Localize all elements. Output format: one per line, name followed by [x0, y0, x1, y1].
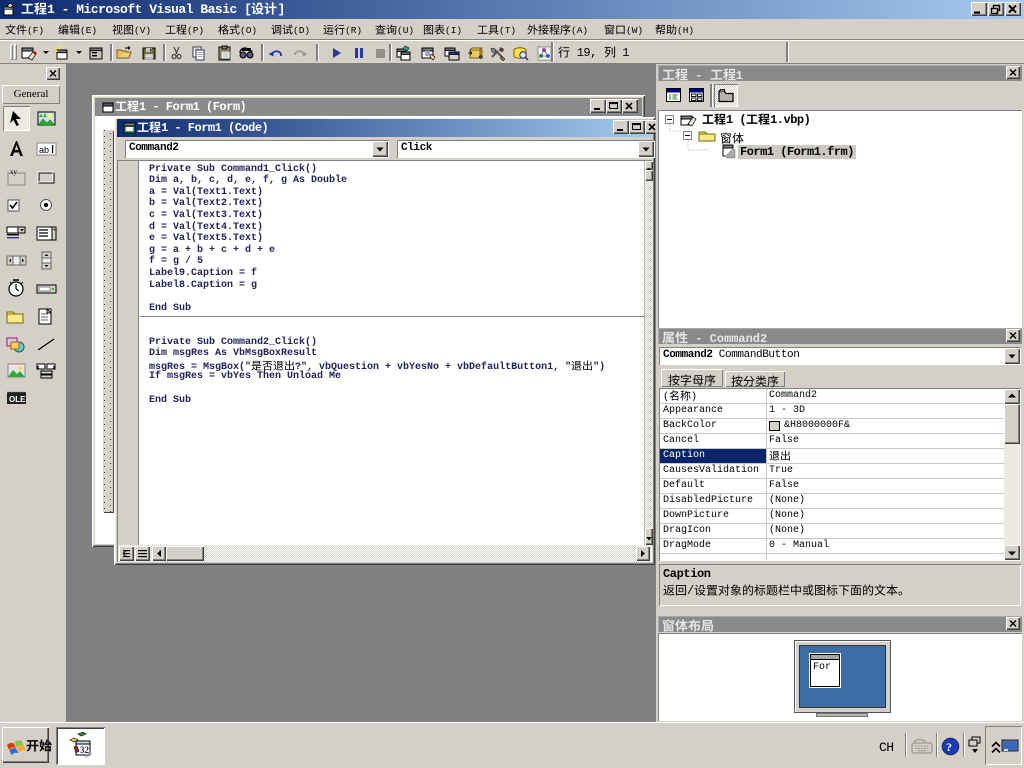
svg-text:?: ? [946, 740, 952, 754]
svg-text:xy: xy [10, 168, 18, 176]
svg-text:OLE: OLE [9, 395, 26, 404]
svg-text:ab: ab [39, 145, 49, 155]
